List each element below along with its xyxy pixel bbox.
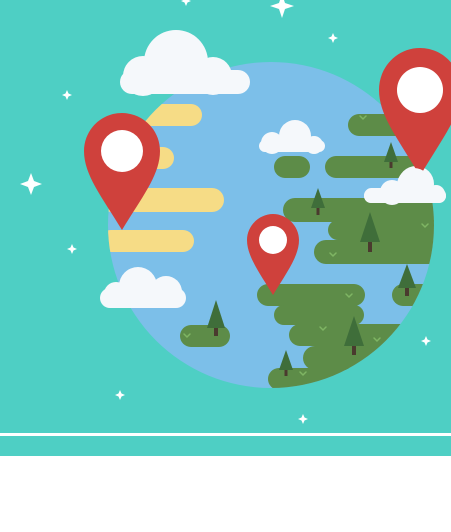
globe-map-scene <box>0 0 451 532</box>
globe-illustration <box>0 0 451 456</box>
horizon-line <box>0 433 451 436</box>
footer-blank-area <box>0 456 451 532</box>
